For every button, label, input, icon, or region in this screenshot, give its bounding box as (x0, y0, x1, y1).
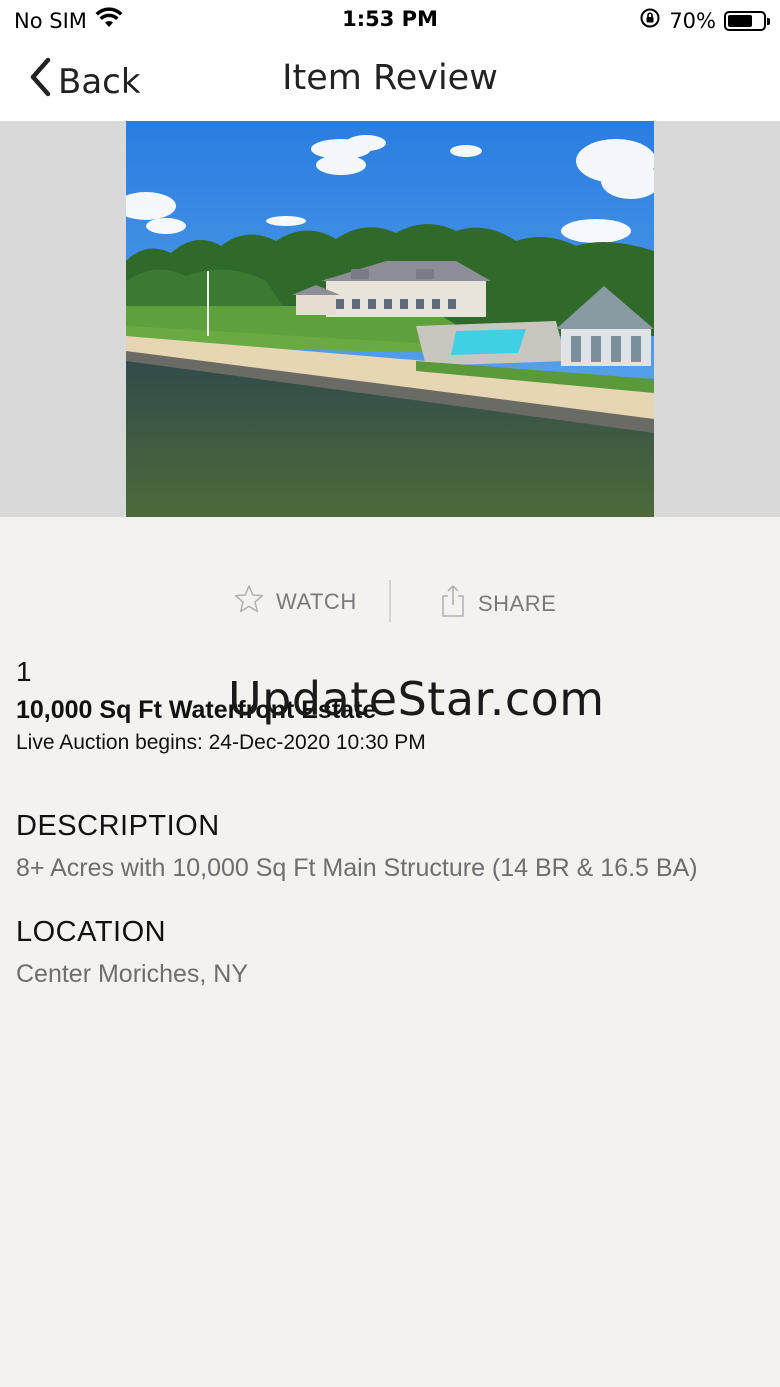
navigation-bar: Item Review Back (0, 40, 780, 121)
back-button[interactable]: Back (28, 57, 141, 106)
action-divider (389, 580, 391, 622)
battery-percent: 70% (669, 8, 716, 33)
auction-start-time: Live Auction begins: 24-Dec-2020 10:30 P… (16, 731, 426, 754)
battery-icon (724, 10, 770, 31)
watermark: UpdateStar.com (228, 672, 605, 726)
watch-button[interactable]: WATCH (234, 584, 357, 620)
lot-number: 1 (16, 656, 32, 687)
description-text: 8+ Acres with 10,000 Sq Ft Main Structur… (16, 854, 698, 882)
orientation-lock-icon (639, 7, 661, 34)
chevron-left-icon (28, 57, 52, 106)
status-right: 70% (639, 7, 770, 34)
star-icon (234, 584, 264, 620)
action-row: WATCH SHARE (0, 580, 780, 622)
location-heading: LOCATION (16, 916, 167, 948)
battery-fill (728, 14, 752, 27)
share-button[interactable]: SHARE (440, 584, 556, 624)
location-text: Center Moriches, NY (16, 960, 249, 988)
item-photo[interactable] (126, 121, 654, 517)
share-label: SHARE (478, 591, 557, 616)
description-heading: DESCRIPTION (16, 810, 220, 842)
back-label: Back (58, 61, 141, 102)
item-image-container (0, 121, 780, 517)
share-icon (440, 584, 466, 624)
status-bar: No SIM 1:53 PM 70% (0, 0, 780, 40)
watch-label: WATCH (276, 589, 357, 614)
